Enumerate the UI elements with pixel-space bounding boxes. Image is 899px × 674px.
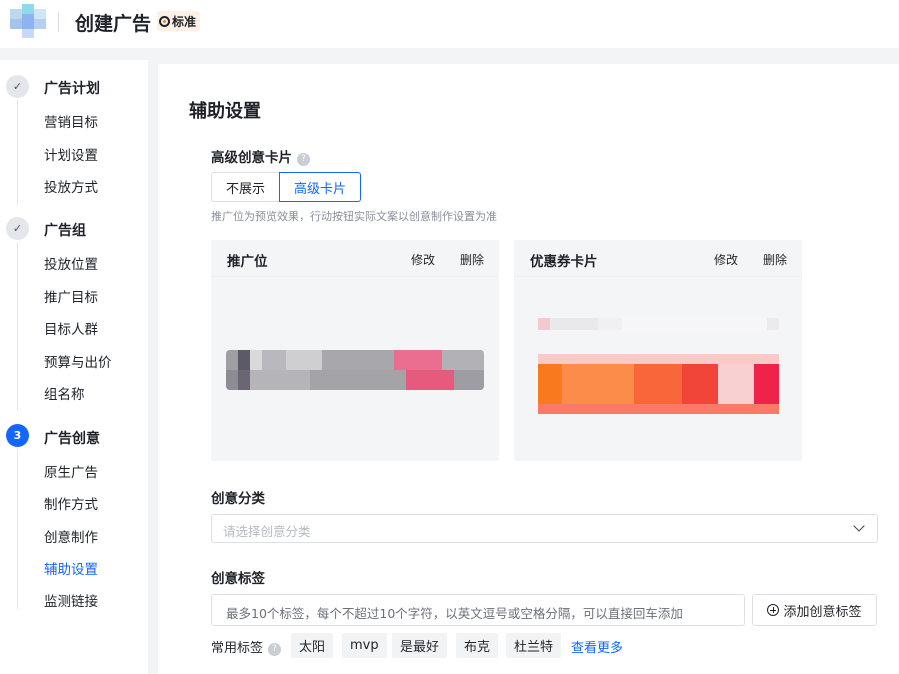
category-label: 创意分类 — [211, 491, 265, 507]
tags-label: 创意标签 — [211, 571, 265, 587]
card-title: 优惠券卡片 — [530, 254, 598, 270]
common-tag-chip[interactable]: 太阳 — [291, 633, 334, 658]
main-panel: 辅助设置 高级创意卡片? 不展示 高级卡片 推广位为预览效果，行动按钮实际文案以… — [158, 64, 899, 674]
sidebar-item-plan-settings[interactable]: 计划设置 — [44, 144, 98, 164]
card-title: 推广位 — [227, 254, 268, 270]
step-title-plan[interactable]: 广告计划 — [44, 78, 100, 98]
header-divider — [58, 12, 59, 32]
step-done-check-icon: ✓ — [6, 217, 29, 240]
sidebar-item-group-name[interactable]: 组名称 — [44, 383, 85, 403]
edit-button[interactable]: 修改 — [411, 251, 435, 268]
sidebar-item-creative-production[interactable]: 创意制作 — [44, 526, 98, 546]
card-header: 优惠券卡片 修改 删除 — [514, 240, 802, 276]
card-header: 推广位 修改 删除 — [211, 240, 499, 276]
preview-hint: 推广位为预览效果，行动按钮实际文案以创意制作设置为准 — [211, 210, 497, 223]
category-select[interactable]: 请选择创意分类 — [211, 514, 878, 543]
common-tag-chip[interactable]: mvp — [342, 633, 387, 658]
divider — [211, 276, 499, 277]
view-more-link[interactable]: 查看更多 — [571, 637, 623, 656]
delete-button[interactable]: 删除 — [763, 251, 787, 268]
tags-input[interactable]: 最多10个标签，每个不超过10个字符，以英文逗号或空格分隔，可以直接回车添加 — [211, 594, 745, 626]
common-tag-chip[interactable]: 杜兰特 — [506, 633, 562, 658]
category-select-placeholder: 请选择创意分类 — [223, 524, 311, 539]
step-number-badge: 3 — [6, 424, 29, 447]
preview-card-coupon: 优惠券卡片 修改 删除 — [514, 240, 802, 461]
common-tags-label-text: 常用标签 — [211, 641, 264, 656]
page-header-title: 创建广告 — [75, 13, 152, 35]
step-done-check-icon: ✓ — [6, 75, 29, 98]
step-connector — [17, 449, 18, 609]
top-header: 创建广告 标准 — [0, 0, 899, 48]
blurred-preview-image — [226, 350, 484, 390]
divider — [514, 276, 802, 277]
common-tag-chip[interactable]: 布克 — [456, 633, 499, 658]
sidebar-item-native-ad[interactable]: 原生广告 — [44, 461, 98, 481]
step-sidebar: ✓ 广告计划 营销目标 计划设置 投放方式 ✓ 广告组 投放位置 推广目标 目标… — [0, 60, 148, 674]
add-tag-button[interactable]: 添加创意标签 — [752, 594, 877, 626]
medal-icon — [159, 15, 170, 27]
sidebar-item-tracking-link[interactable]: 监测链接 — [44, 590, 98, 610]
tags-input-placeholder: 最多10个标签，每个不超过10个字符，以英文逗号或空格分隔，可以直接回车添加 — [226, 606, 683, 621]
preview-card-promotion: 推广位 修改 删除 — [211, 240, 499, 461]
add-tag-button-label: 添加创意标签 — [783, 604, 862, 620]
common-tags-label: 常用标签? — [211, 637, 282, 656]
option-advanced-card[interactable]: 高级卡片 — [279, 172, 362, 202]
sidebar-item-placement[interactable]: 投放位置 — [44, 253, 98, 273]
page-title: 辅助设置 — [189, 101, 261, 122]
sidebar-item-promotion-target[interactable]: 推广目标 — [44, 286, 98, 306]
chevron-down-icon[interactable] — [853, 520, 865, 532]
sidebar-item-budget-bid[interactable]: 预算与出价 — [44, 351, 112, 371]
sidebar-item-delivery-method[interactable]: 投放方式 — [44, 176, 98, 196]
edit-button[interactable]: 修改 — [714, 251, 738, 268]
blurred-coupon-banner — [538, 354, 779, 414]
app-logo — [10, 4, 46, 38]
step-connector — [17, 100, 18, 205]
step-connector — [17, 242, 18, 410]
advanced-card-label: 高级创意卡片? — [211, 146, 310, 166]
delete-button[interactable]: 删除 — [460, 251, 484, 268]
edition-badge: 标准 — [157, 11, 201, 31]
advanced-card-toggle: 不展示 高级卡片 — [211, 172, 362, 202]
edition-badge-label: 标准 — [172, 14, 197, 29]
sidebar-item-production-method[interactable]: 制作方式 — [44, 493, 98, 513]
advanced-card-label-text: 高级创意卡片 — [211, 150, 292, 166]
blurred-coupon-title — [538, 318, 779, 338]
step-title-ad-group[interactable]: 广告组 — [44, 220, 86, 240]
help-icon[interactable]: ? — [297, 153, 310, 166]
option-hide[interactable]: 不展示 — [211, 172, 280, 202]
sidebar-item-marketing-goal[interactable]: 营销目标 — [44, 111, 98, 131]
help-icon[interactable]: ? — [268, 643, 282, 656]
step-title-creative[interactable]: 广告创意 — [44, 428, 100, 448]
sidebar-item-audience[interactable]: 目标人群 — [44, 318, 98, 338]
plus-circle-icon — [767, 604, 780, 616]
sidebar-item-auxiliary-settings[interactable]: 辅助设置 — [44, 558, 98, 578]
common-tag-chip[interactable]: 是最好 — [392, 633, 448, 658]
